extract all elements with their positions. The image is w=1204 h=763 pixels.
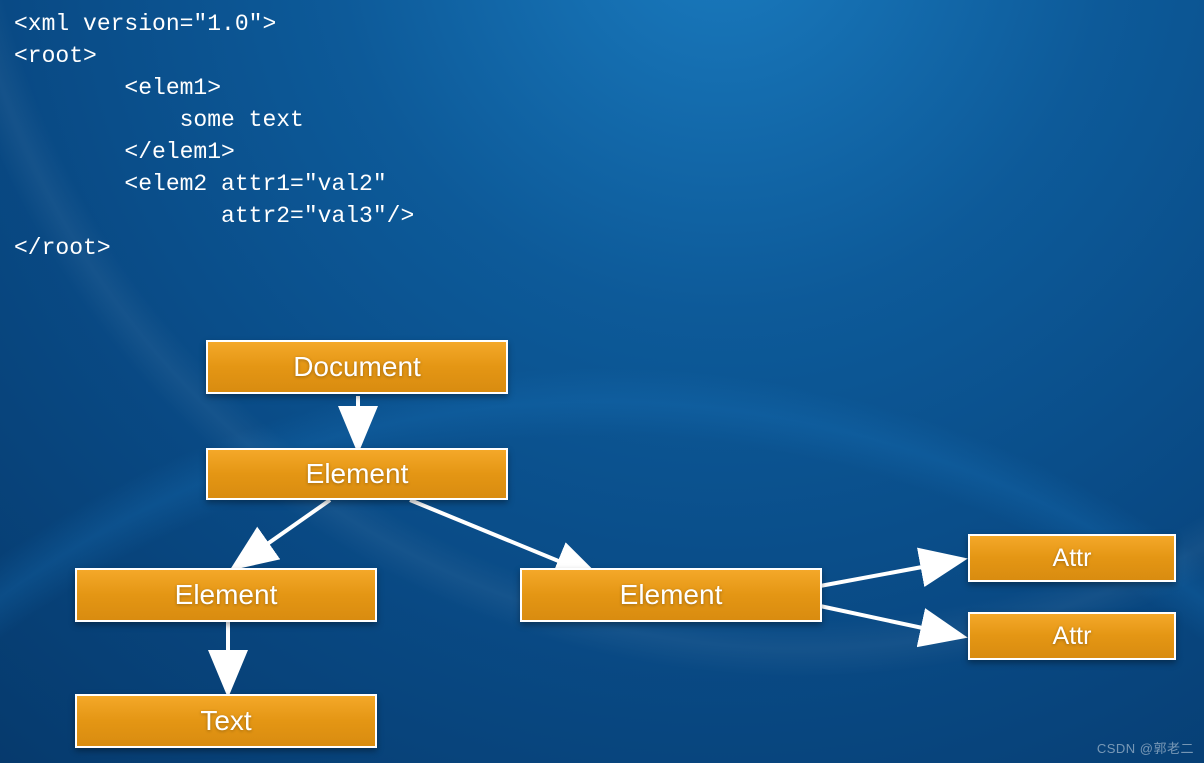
watermark: CSDN @郭老二 [1097, 738, 1194, 757]
tree-node-attr-1: Attr [968, 534, 1176, 582]
tree-node-text: Text [75, 694, 377, 748]
tree-node-element-root: Element [206, 448, 508, 500]
code-line: </elem1> [14, 139, 235, 165]
code-line: <xml version="1.0"> [14, 11, 276, 37]
tree-node-document: Document [206, 340, 508, 394]
diagram-stage: <xml version="1.0"> <root> <elem1> some … [0, 0, 1204, 763]
tree-node-element-left: Element [75, 568, 377, 622]
code-line: <root> [14, 43, 97, 69]
code-line: <elem2 attr1="val2" [14, 171, 387, 197]
tree-node-attr-2: Attr [968, 612, 1176, 660]
tree-node-element-right: Element [520, 568, 822, 622]
code-line: <elem1> [14, 75, 221, 101]
code-line: attr2="val3"/> [14, 203, 414, 229]
code-line: some text [14, 107, 304, 133]
background-curve [0, 220, 1204, 763]
code-line: </root> [14, 235, 111, 261]
xml-code-block: <xml version="1.0"> <root> <elem1> some … [14, 8, 414, 264]
